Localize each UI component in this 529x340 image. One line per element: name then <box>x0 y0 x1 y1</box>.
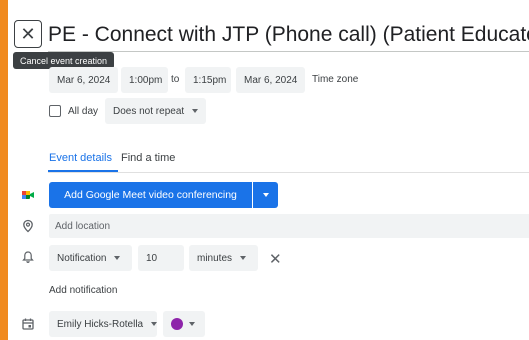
notification-type-dropdown[interactable]: Notification <box>49 245 132 271</box>
tab-find-a-time[interactable]: Find a time <box>121 152 175 164</box>
chevron-down-icon <box>240 256 247 260</box>
all-day-checkbox[interactable] <box>49 105 61 117</box>
start-date-field[interactable]: Mar 6, 2024 <box>49 67 118 93</box>
end-date-field[interactable]: Mar 6, 2024 <box>236 67 305 93</box>
tab-event-details[interactable]: Event details <box>49 152 112 164</box>
notification-unit-dropdown[interactable]: minutes <box>189 245 258 271</box>
google-meet-icon <box>22 191 34 199</box>
location-pin-icon <box>23 219 33 233</box>
calendar-icon <box>22 318 34 330</box>
add-notification-link[interactable]: Add notification <box>49 285 117 296</box>
bell-icon <box>22 251 34 264</box>
chevron-down-icon <box>114 256 121 260</box>
timezone-button[interactable]: Time zone <box>312 74 358 85</box>
add-google-meet-label: Add Google Meet video conferencing <box>64 189 237 201</box>
event-color-dropdown[interactable] <box>163 311 205 337</box>
notification-unit-value: minutes <box>197 252 233 264</box>
add-google-meet-button[interactable]: Add Google Meet video conferencing <box>49 182 252 208</box>
chevron-down-icon <box>189 322 195 326</box>
to-label: to <box>171 74 180 85</box>
calendar-owner-value: Emily Hicks-Rotella <box>57 318 144 330</box>
start-date-value: Mar 6, 2024 <box>57 74 111 86</box>
chevron-down-icon <box>151 322 158 326</box>
location-input[interactable] <box>49 214 529 238</box>
notification-amount-value: 10 <box>146 252 158 264</box>
remove-notification-icon[interactable]: ✕ <box>269 250 282 268</box>
tab-divider <box>48 172 529 173</box>
all-day-label: All day <box>68 106 99 117</box>
start-time-field[interactable]: 1:00pm <box>121 67 168 93</box>
repeat-dropdown[interactable]: Does not repeat <box>105 98 206 124</box>
notification-type-value: Notification <box>57 252 107 264</box>
close-icon: ✕ <box>20 23 36 44</box>
end-time-value: 1:15pm <box>193 74 227 86</box>
end-time-field[interactable]: 1:15pm <box>185 67 231 93</box>
repeat-value: Does not repeat <box>113 105 185 117</box>
calendar-owner-dropdown[interactable]: Emily Hicks-Rotella <box>49 311 158 337</box>
event-editor-panel: ✕ Cancel event creation PE - Connect wit… <box>8 0 529 340</box>
event-color-swatch <box>171 318 183 330</box>
meet-options-dropdown[interactable] <box>253 182 278 208</box>
notification-amount-input[interactable]: 10 <box>138 245 184 271</box>
chevron-down-icon <box>192 109 199 113</box>
active-tab-indicator <box>48 170 118 172</box>
event-title-input[interactable]: PE - Connect with JTP (Phone call) (Pati… <box>48 21 529 52</box>
close-button[interactable]: ✕ <box>14 20 42 48</box>
start-time-value: 1:00pm <box>129 74 163 86</box>
chevron-down-icon <box>262 193 269 197</box>
end-date-value: Mar 6, 2024 <box>244 74 298 86</box>
